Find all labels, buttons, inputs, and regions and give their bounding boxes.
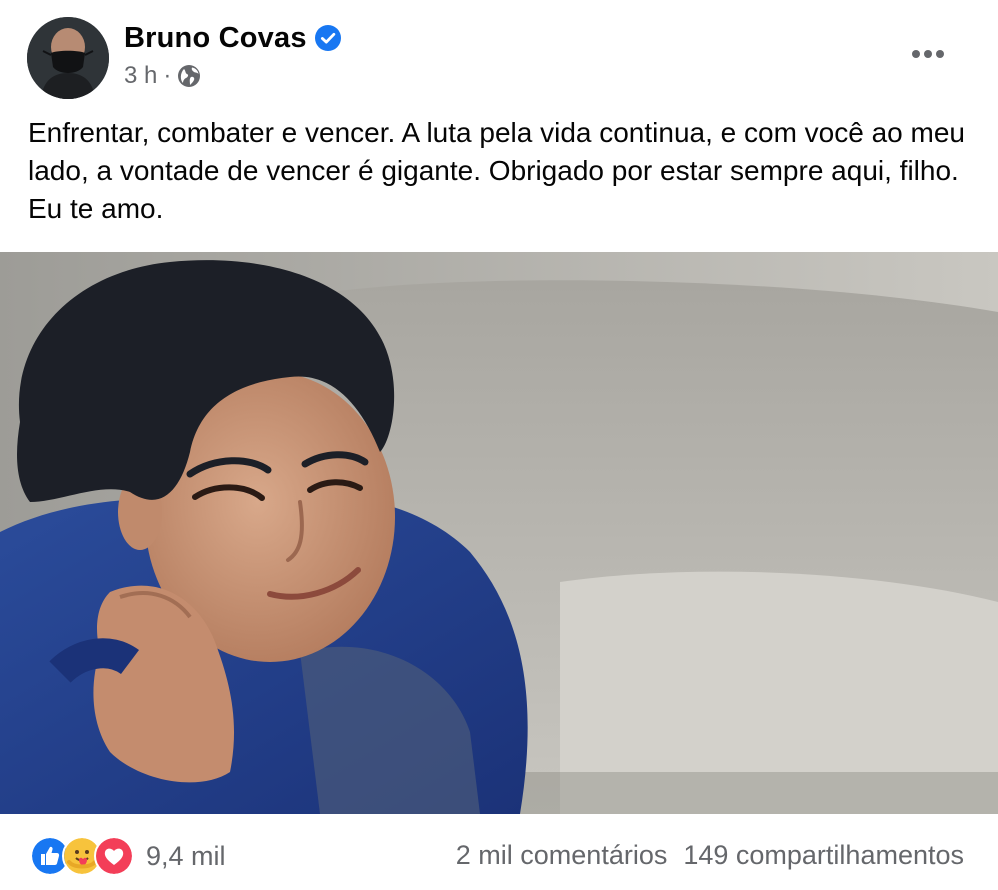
more-options-button[interactable] [904, 36, 952, 72]
post-header: Bruno Covas 3 h · [0, 0, 998, 110]
post-footer: 9,4 mil 2 mil comentários 149 compartilh… [0, 814, 998, 890]
engagement-stats: 2 mil comentários 149 compartilhamentos [456, 840, 964, 871]
author-row: Bruno Covas [124, 20, 341, 56]
comments-count-link[interactable]: 2 mil comentários [456, 840, 668, 871]
reaction-count: 9,4 mil [146, 840, 226, 871]
author-avatar[interactable] [27, 17, 109, 99]
avatar-image [27, 17, 109, 99]
facebook-post-card: Bruno Covas 3 h · Enfrentar, combater e … [0, 0, 998, 890]
globe-icon[interactable] [177, 64, 201, 88]
meta-separator: · [163, 62, 172, 89]
post-photo[interactable] [0, 252, 998, 814]
shares-count-link[interactable]: 149 compartilhamentos [683, 840, 964, 871]
post-timestamp[interactable]: 3 h [124, 62, 157, 90]
love-icon [94, 836, 134, 876]
author-name[interactable]: Bruno Covas [124, 22, 307, 55]
post-text: Enfrentar, combater e vencer. A luta pel… [28, 117, 966, 224]
more-options-icon [912, 50, 944, 58]
reactions-summary[interactable]: 9,4 mil [30, 836, 226, 876]
post-meta: 3 h · [124, 61, 201, 91]
photo-boy-smiling [0, 252, 998, 814]
verified-badge-icon [314, 25, 341, 51]
